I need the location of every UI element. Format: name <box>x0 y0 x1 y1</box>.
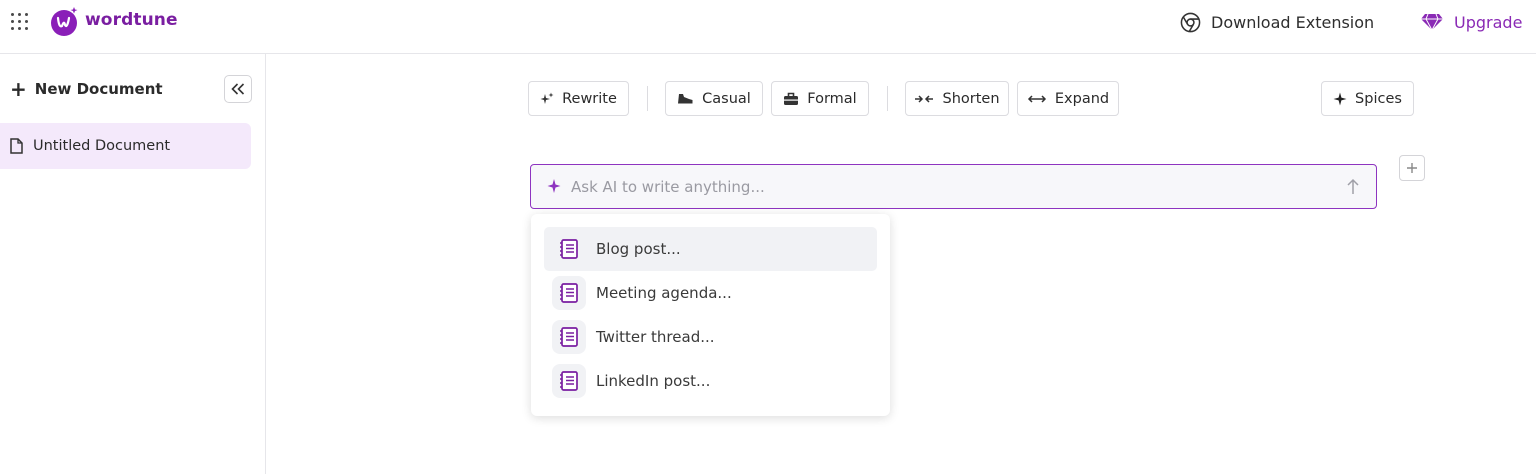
expand-label: Expand <box>1054 90 1110 107</box>
upgrade-button[interactable]: Upgrade <box>1420 10 1522 34</box>
ai-sparkle-icon <box>547 179 561 193</box>
suggestion-label: Blog post... <box>596 240 681 258</box>
sidebar: + New Document Untitled Document <box>0 54 266 474</box>
plus-icon <box>1407 163 1417 173</box>
top-bar: wordtune Download Extension Upgrade <box>0 0 1536 54</box>
suggestion-label: Twitter thread... <box>596 328 715 346</box>
suggestion-label: LinkedIn post... <box>596 372 711 390</box>
suggestion-item[interactable]: LinkedIn post... <box>544 359 877 403</box>
app-grid-icon[interactable] <box>10 12 30 32</box>
document-list-icon <box>552 320 586 354</box>
document-list-icon <box>552 364 586 398</box>
add-block-button[interactable] <box>1399 155 1425 181</box>
casual-button[interactable]: Casual <box>665 81 763 116</box>
shorten-label: Shorten <box>942 90 1000 107</box>
suggestions-dropdown: Blog post... Meeting agenda... Twitter t… <box>531 214 890 416</box>
suggestion-label: Meeting agenda... <box>596 284 732 302</box>
sidebar-document-item[interactable]: Untitled Document <box>0 123 251 169</box>
suggestion-item[interactable]: Twitter thread... <box>544 315 877 359</box>
document-list-icon <box>552 232 586 266</box>
document-icon <box>10 138 23 154</box>
collapse-sidebar-button[interactable] <box>224 75 252 103</box>
expand-button[interactable]: Expand <box>1017 81 1119 116</box>
double-chevron-left-icon <box>231 83 245 95</box>
chrome-icon <box>1180 12 1201 32</box>
toolbar-divider <box>887 86 888 111</box>
wordtune-logo[interactable]: wordtune <box>50 3 178 37</box>
arrows-inward-icon <box>915 94 934 103</box>
arrows-outward-icon <box>1027 94 1046 103</box>
logo-text: wordtune <box>85 10 178 30</box>
formal-label: Formal <box>807 90 857 107</box>
casual-label: Casual <box>702 90 751 107</box>
download-extension-label: Download Extension <box>1211 12 1375 32</box>
new-document-label: New Document <box>34 80 163 98</box>
rewrite-button[interactable]: Rewrite <box>528 81 629 116</box>
wordtune-logo-icon <box>50 6 78 36</box>
sneaker-icon <box>678 94 693 104</box>
rewrite-label: Rewrite <box>562 90 617 107</box>
spices-button[interactable]: Spices <box>1321 81 1414 116</box>
suggestion-item[interactable]: Blog post... <box>544 227 877 271</box>
plus-icon: + <box>10 77 27 101</box>
new-document-button[interactable]: + New Document <box>10 77 163 101</box>
sparkle-icon <box>1333 92 1347 105</box>
briefcase-icon <box>784 92 799 105</box>
spices-label: Spices <box>1355 90 1402 107</box>
toolbar-divider <box>647 86 648 111</box>
diamond-icon <box>1421 13 1443 31</box>
arrow-up-icon[interactable] <box>1346 178 1360 195</box>
document-title: Untitled Document <box>33 138 171 154</box>
ai-prompt-input[interactable] <box>571 165 1331 208</box>
formal-button[interactable]: Formal <box>771 81 869 116</box>
ai-prompt-box <box>530 164 1377 209</box>
upgrade-label: Upgrade <box>1454 12 1523 32</box>
suggestion-item[interactable]: Meeting agenda... <box>544 271 877 315</box>
shorten-button[interactable]: Shorten <box>905 81 1009 116</box>
document-list-icon <box>552 276 586 310</box>
download-extension-link[interactable]: Download Extension <box>1180 10 1374 34</box>
sparkle-icon <box>540 92 554 104</box>
